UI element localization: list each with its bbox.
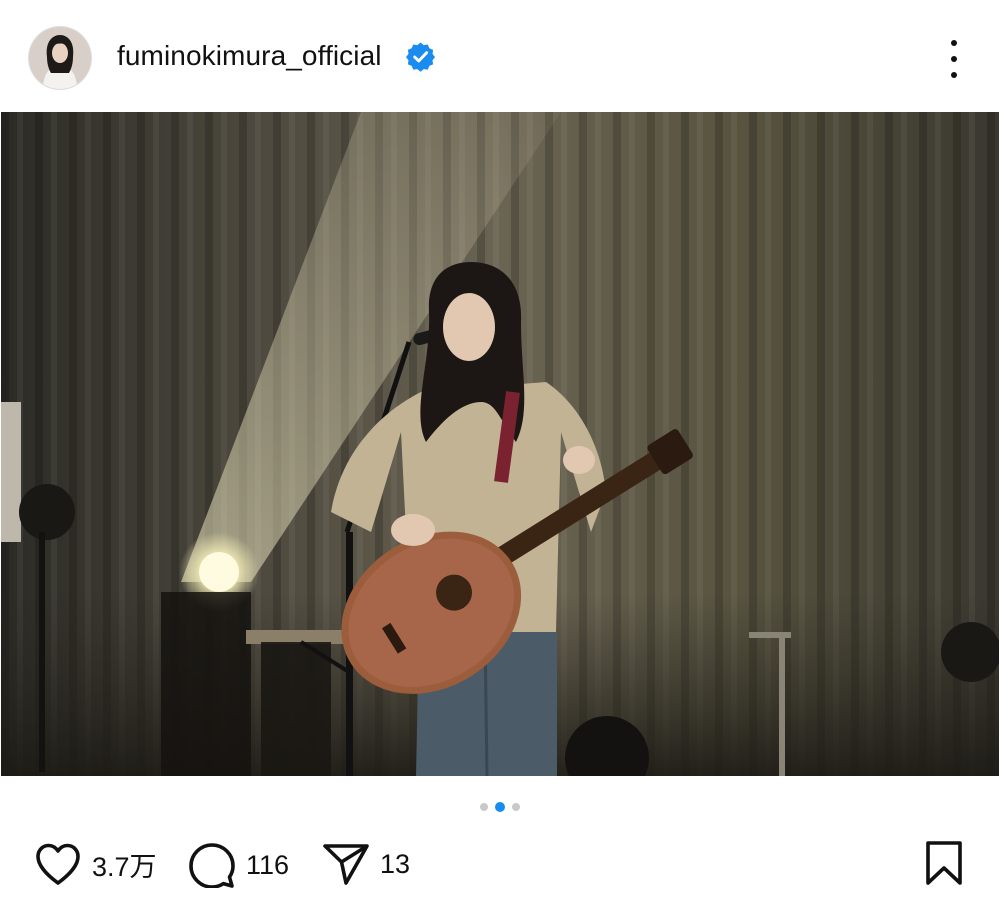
username[interactable]: fuminokimura_official (117, 40, 382, 72)
comment-icon (189, 843, 235, 888)
send-icon (323, 844, 369, 885)
concert-photo (1, 112, 999, 776)
avatar-image (29, 27, 91, 89)
comment-button[interactable]: 116 (188, 842, 289, 888)
carousel-dot (480, 803, 488, 811)
save-button[interactable] (924, 840, 964, 891)
share-count: 13 (380, 848, 411, 879)
heart-icon (36, 843, 80, 885)
action-bar: 3.7万 116 13 (0, 830, 1000, 900)
verified-badge-icon (405, 41, 436, 72)
post-header: fuminokimura_official (0, 0, 1000, 112)
bookmark-icon (926, 841, 962, 885)
like-count: 3.7万 (92, 851, 157, 882)
carousel-dot (512, 803, 520, 811)
more-options-button[interactable] (938, 40, 970, 78)
share-button[interactable]: 13 (322, 842, 410, 886)
carousel-indicator (476, 801, 524, 813)
more-vertical-icon (951, 40, 957, 46)
avatar[interactable] (29, 27, 91, 89)
post-photo[interactable] (1, 112, 999, 776)
carousel-dot-active (495, 802, 505, 812)
comment-count: 116 (246, 849, 290, 880)
like-button[interactable]: 3.7万 (34, 842, 157, 886)
